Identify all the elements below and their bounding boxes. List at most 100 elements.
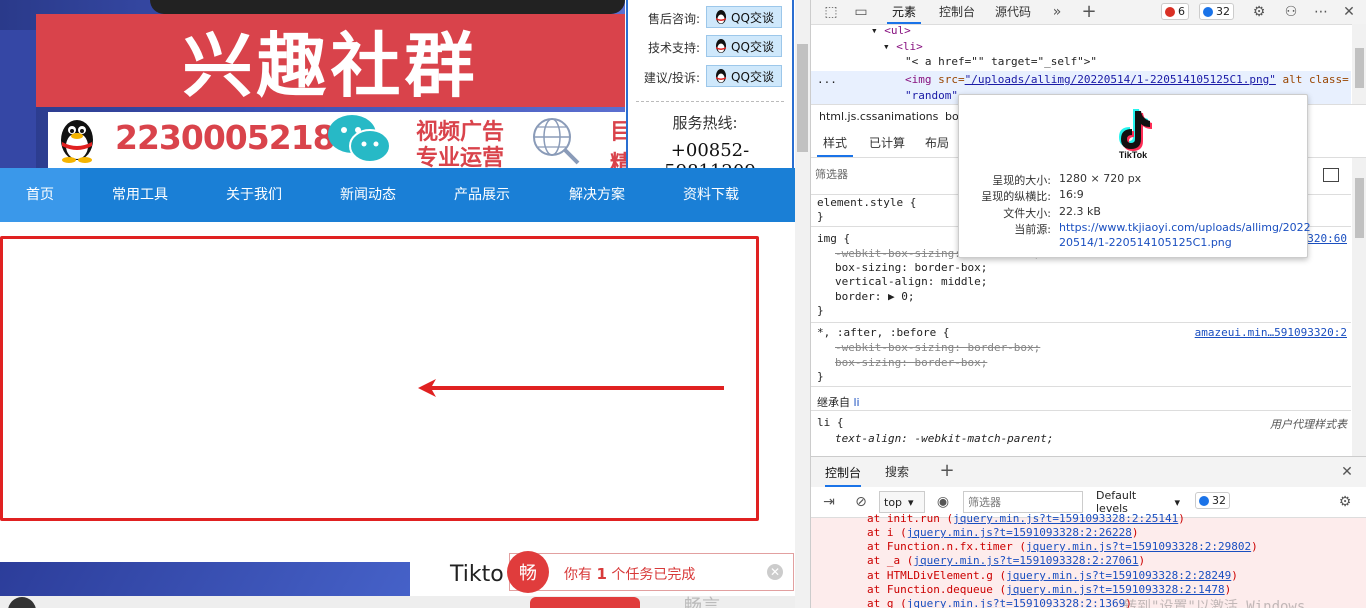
stack-link[interactable]: jquery.min.js?t=1591093328:2:1369 [907, 597, 1126, 608]
live-expression-eye-icon[interactable]: ◉ [935, 494, 951, 510]
show-sidebar-icon[interactable]: ⇥ [821, 494, 837, 510]
rule-img-selector[interactable]: img { [817, 232, 850, 245]
tab-elements[interactable]: 元素 [887, 0, 921, 24]
breadcrumb-item-body[interactable]: bo [945, 110, 959, 123]
stack-link[interactable]: jquery.min.js?t=1591093328:2:28249 [1006, 569, 1231, 582]
dom-text-node[interactable]: "< a href="" target="_self">" [905, 55, 1097, 68]
annotation-arrow-icon [418, 379, 724, 397]
more-tabs-icon[interactable]: » [1049, 4, 1065, 20]
prop-vertical-align[interactable]: vertical-align: middle; [835, 275, 987, 288]
nav-item-about[interactable]: 关于我们 [214, 168, 294, 222]
nav-item-solutions[interactable]: 解决方案 [557, 168, 637, 222]
console-message-count: 32 [1212, 494, 1226, 507]
dom-node-ul[interactable]: ▾ <ul> [871, 24, 911, 37]
rule-img-source-link[interactable]: 320:60 [1307, 232, 1347, 245]
subtab-layout[interactable]: 布局 [925, 129, 949, 157]
page-scrollbar-thumb[interactable] [797, 44, 808, 152]
inherited-from: 继承自 li [817, 394, 860, 410]
dom-attr: src= [938, 73, 965, 86]
styles-filter-input[interactable]: 筛选器 [815, 166, 848, 182]
settings-gear-icon[interactable]: ⚙ [1251, 4, 1267, 20]
tooltip-source-link-line2[interactable]: 20514/1-220514105125C1.png [1059, 236, 1232, 249]
log-levels-dropdown[interactable]: Default levels ▾ [1091, 489, 1185, 515]
dom-scrollbar-thumb[interactable] [1355, 48, 1364, 88]
add-tab-icon[interactable]: + [1081, 3, 1097, 21]
task-toast: 畅 你有 1 个任务已完成 ✕ [507, 551, 794, 593]
message-count-badge[interactable]: 32 [1199, 3, 1234, 20]
clear-console-icon[interactable]: ⊘ [853, 494, 869, 510]
rule-separator [811, 322, 1351, 323]
console-settings-gear-icon[interactable]: ⚙ [1337, 494, 1353, 510]
toast-prefix: 你有 [564, 567, 592, 583]
nav-item-products[interactable]: 产品展示 [442, 168, 522, 222]
qq-chat-button-feedback[interactable]: QQ交谈 [706, 65, 782, 87]
qq-chat-button-tech[interactable]: QQ交谈 [706, 35, 782, 57]
stack-line: at i (jquery.min.js?t=1591093328:2:26228… [867, 526, 1139, 539]
dom-node-li[interactable]: ▾ <li> [883, 40, 923, 53]
page-scrollbar[interactable] [795, 0, 810, 608]
content-title[interactable]: Tikto [450, 562, 504, 587]
toast-message: 你有 1 个任务已完成 [564, 564, 695, 584]
message-count: 32 [1216, 5, 1230, 18]
prop-box-sizing[interactable]: box-sizing: border-box; [835, 261, 987, 274]
tooltip-source-link[interactable]: https://www.tkjiaoyi.com/uploads/allimg/… [1059, 221, 1311, 234]
add-drawer-tab-icon[interactable]: + [939, 462, 955, 480]
drawer-tab-search[interactable]: 搜索 [885, 460, 909, 484]
tooltip-value: 16:9 [1059, 188, 1084, 201]
prop-text-align[interactable]: text-align: -webkit-match-parent; [835, 432, 1054, 445]
rule-star-source-link[interactable]: amazeui.min…591093320:2 [1195, 326, 1347, 339]
banner-left-decoration [0, 30, 36, 168]
rule-li-selector[interactable]: li { [817, 416, 844, 429]
nav-item-home[interactable]: 首页 [0, 168, 80, 222]
tab-sources[interactable]: 源代码 [995, 0, 1031, 24]
inspect-element-icon[interactable]: ⬚ [823, 4, 839, 20]
subtab-styles[interactable]: 样式 [817, 129, 853, 157]
styles-scrollbar[interactable] [1352, 158, 1366, 456]
dom-scrollbar[interactable] [1352, 24, 1366, 104]
stack-link[interactable]: jquery.min.js?t=1591093328:2:27061 [913, 554, 1138, 567]
console-message-badge[interactable]: 32 [1195, 492, 1230, 509]
devtools-panel: ⬚ ▭ 元素 控制台 源代码 » + 6 32 ⚙ ⚇ ⋯ ✕ ▾ <ul> ▾… [810, 0, 1366, 608]
styles-scrollbar-thumb[interactable] [1355, 178, 1364, 238]
more-options-icon[interactable]: ⋯ [1313, 4, 1329, 20]
stack-link[interactable]: jquery.min.js?t=1591093328:2:1478 [1006, 583, 1225, 596]
close-devtools-icon[interactable]: ✕ [1341, 4, 1357, 20]
inherited-tag-link[interactable]: li [854, 396, 860, 409]
prop-border[interactable]: border: ▶ 0; [835, 290, 914, 303]
prop-webkit-box-sizing-star[interactable]: -webkit-box-sizing: border-box; [835, 341, 1040, 354]
stack-link[interactable]: jquery.min.js?t=1591093328:2:29802 [1026, 540, 1251, 553]
qq-chat-button-aftersales[interactable]: QQ交谈 [706, 6, 782, 28]
drawer-tab-console[interactable]: 控制台 [825, 460, 862, 487]
error-count-badge[interactable]: 6 [1161, 3, 1189, 20]
stack-link[interactable]: jquery.min.js?t=1591093328:2:26228 [907, 526, 1132, 539]
tab-console[interactable]: 控制台 [939, 0, 975, 24]
service-label: 技术支持: [647, 41, 700, 55]
dom-img-src[interactable]: "/uploads/allimg/20220514/1-220514105125… [965, 73, 1276, 86]
subtab-computed[interactable]: 已计算 [869, 129, 905, 157]
stack-link[interactable]: jquery.min.js?t=1591093328:2:25141 [953, 512, 1178, 525]
rule-element-style[interactable]: element.style { [817, 196, 916, 209]
toggle-sidebar-icon[interactable] [1323, 168, 1339, 182]
dom-node-img[interactable]: <img src="/uploads/allimg/20220514/1-220… [905, 73, 1349, 86]
qq-icon [716, 10, 727, 24]
device-emulation-icon[interactable]: ▭ [853, 4, 869, 20]
nav-item-downloads[interactable]: 资料下载 [671, 168, 751, 222]
close-drawer-icon[interactable]: ✕ [1339, 464, 1355, 480]
stack-text: at HTMLDivElement.g ( [867, 569, 1007, 582]
chevron-down-icon: ▾ [1174, 495, 1180, 509]
tooltip-key: 当前源: [1014, 223, 1051, 236]
customize-icon[interactable]: ⚇ [1283, 4, 1299, 20]
rule-star-selector[interactable]: *, :after, :before { [817, 326, 949, 339]
rule-separator [811, 410, 1351, 411]
context-selector[interactable]: top ▾ [879, 491, 925, 513]
prop-box-sizing-star[interactable]: box-sizing: border-box; [835, 356, 987, 369]
dom-ellipsis[interactable]: ... [817, 73, 837, 86]
breadcrumb-item-html[interactable]: html.js.cssanimations [819, 110, 938, 123]
bottom-red-button[interactable] [530, 597, 640, 608]
console-filter-input[interactable]: 筛选器 [963, 491, 1083, 513]
changyan-text: 畅言 [684, 596, 720, 608]
toast-close-icon[interactable]: ✕ [767, 564, 783, 580]
nav-item-news[interactable]: 新闻动态 [328, 168, 408, 222]
nav-item-tools[interactable]: 常用工具 [100, 168, 180, 222]
dom-tag: <ul> [884, 24, 911, 37]
